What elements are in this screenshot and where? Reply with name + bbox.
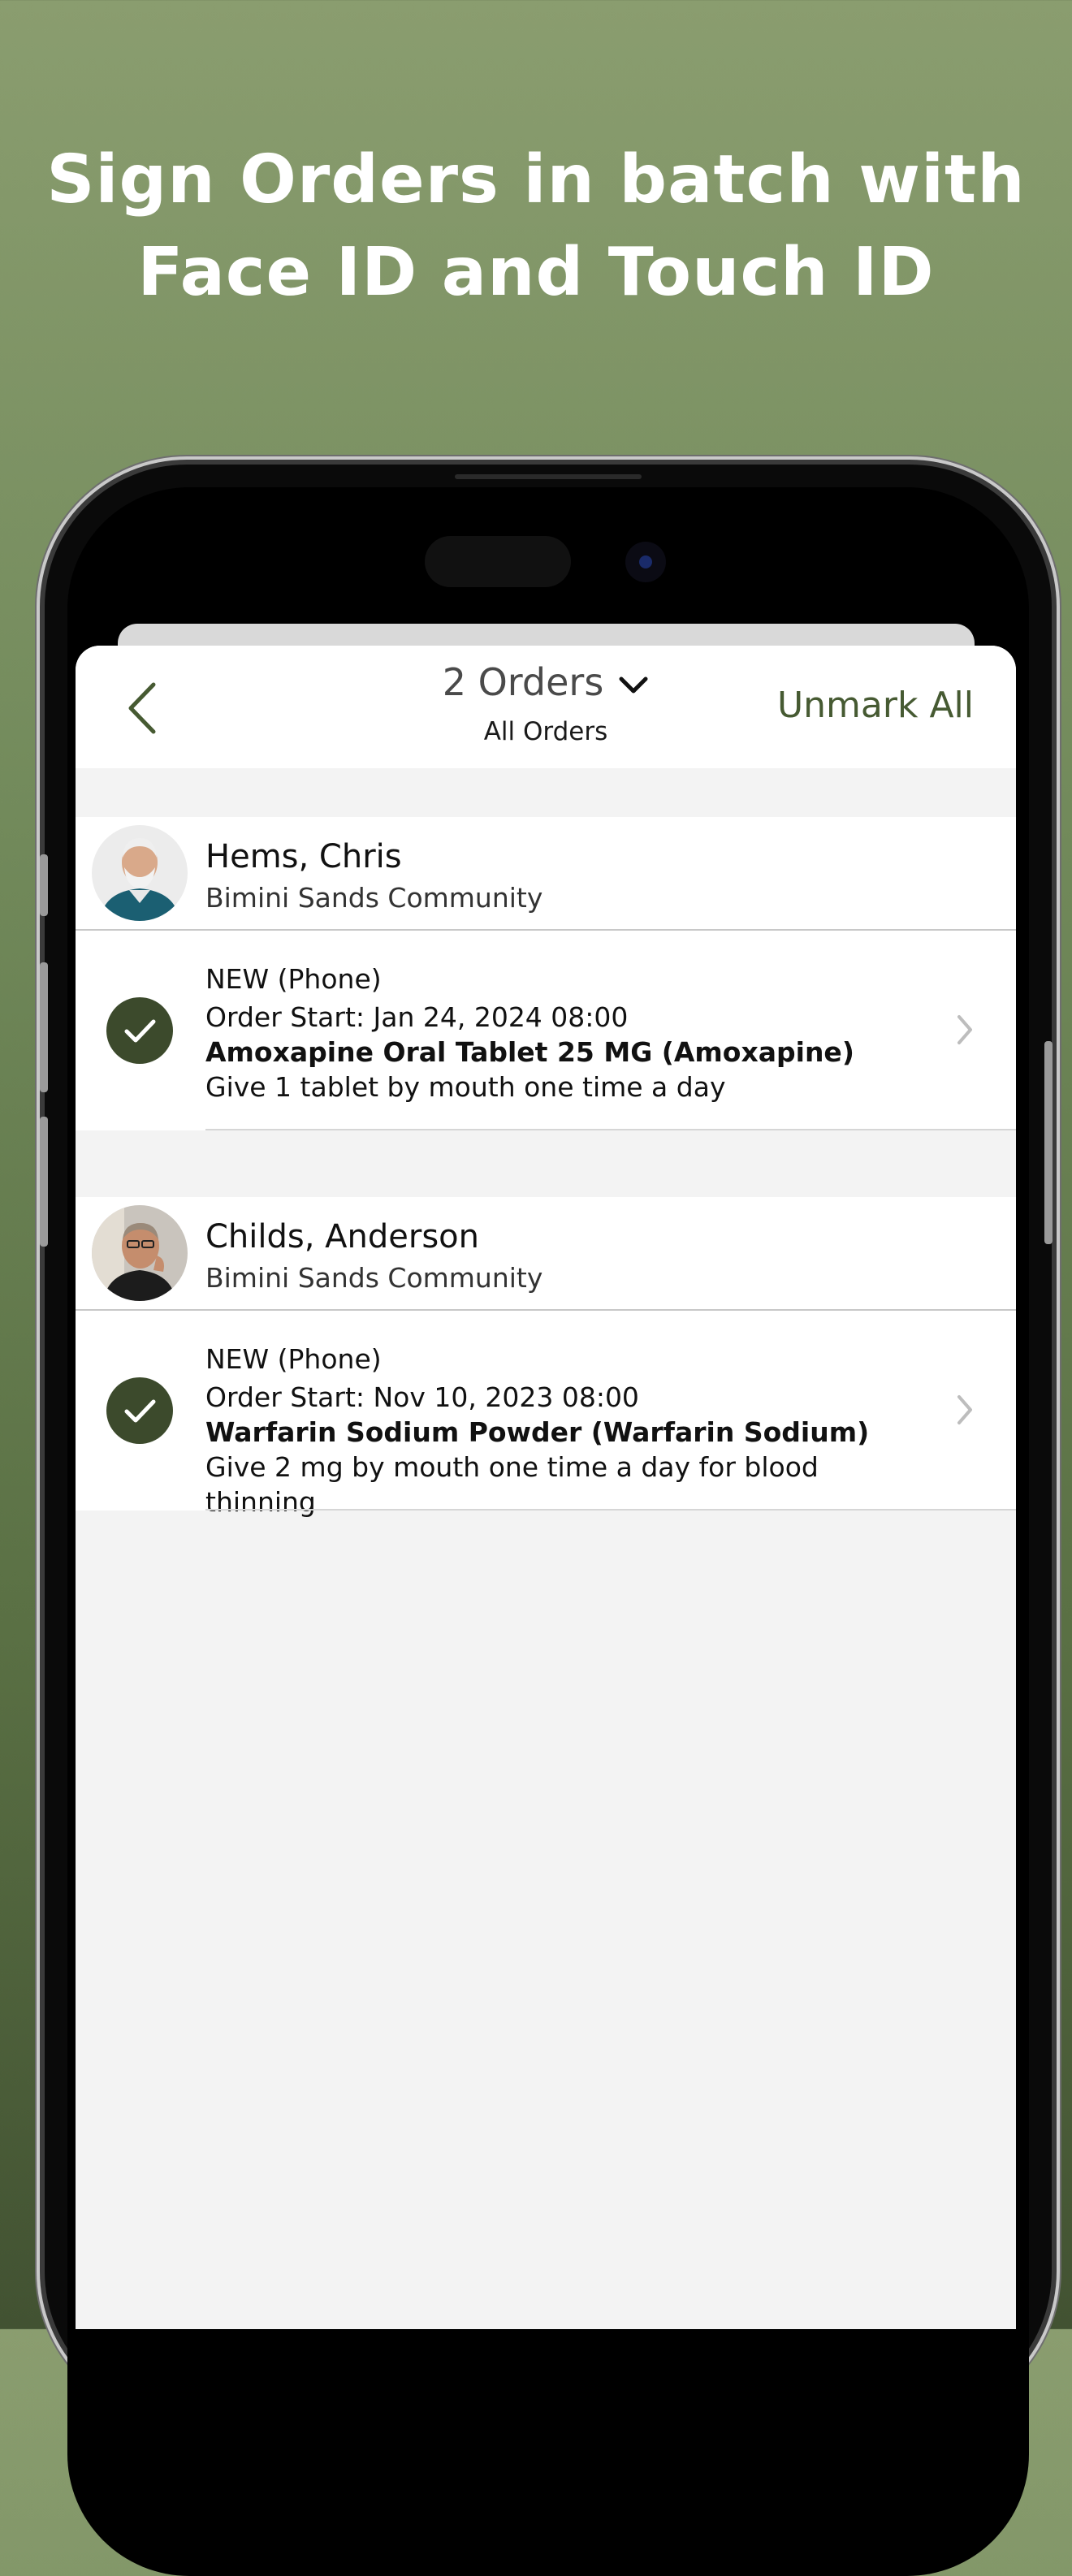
phone-side-button [1044, 1041, 1053, 1244]
patient-name: Childs, Anderson [205, 1218, 479, 1256]
headline-line-2: Face ID and Touch ID [137, 234, 935, 311]
chevron-down-icon [619, 676, 648, 693]
patient-row[interactable]: Childs, Anderson Bimini Sands Community [76, 1197, 1016, 1311]
headline: Sign Orders in batch with Face ID and To… [0, 134, 1072, 319]
row-divider [205, 1129, 1016, 1130]
order-start: Order Start: Jan 24, 2024 08:00 [205, 1001, 629, 1033]
order-status: NEW (Phone) [205, 963, 382, 995]
chevron-right-icon [957, 1015, 972, 1044]
nav-bar: 2 Orders All Orders Unmark All [76, 646, 1016, 768]
headline-line-1: Sign Orders in batch with [46, 141, 1026, 218]
order-status: NEW (Phone) [205, 1343, 382, 1375]
patient-row[interactable]: Hems, Chris Bimini Sands Community [76, 817, 1016, 931]
phone-volume-down-button [40, 1117, 48, 1247]
order-row[interactable]: NEW (Phone) Order Start: Nov 10, 2023 08… [76, 1311, 1016, 1518]
phone-volume-up-button [40, 962, 48, 1092]
order-description: Warfarin Sodium Powder (Warfarin Sodium)… [205, 1415, 904, 1519]
drug-name: Warfarin Sodium Powder (Warfarin Sodium) [205, 1416, 870, 1448]
checkmark-icon [124, 1019, 156, 1043]
drug-instructions: Give 2 mg by mouth one time a day for bl… [205, 1451, 819, 1518]
app-screen: 2 Orders All Orders Unmark All Hems, Chr… [76, 646, 1016, 2329]
nav-title-text: 2 Orders [442, 660, 604, 704]
selected-checkbox[interactable] [106, 997, 173, 1064]
camera [625, 542, 666, 582]
selected-checkbox[interactable] [106, 1377, 173, 1444]
order-description: Amoxapine Oral Tablet 25 MG (Amoxapine) … [205, 1035, 904, 1104]
patient-community: Bimini Sands Community [205, 882, 543, 914]
phone-speaker [455, 474, 642, 479]
drug-name: Amoxapine Oral Tablet 25 MG (Amoxapine) [205, 1036, 854, 1068]
patient-group: Hems, Chris Bimini Sands Community NEW (… [76, 817, 1016, 1130]
avatar [92, 825, 188, 921]
dynamic-island [425, 536, 571, 587]
checkmark-icon [124, 1399, 156, 1423]
drug-instructions: Give 1 tablet by mouth one time a day [205, 1071, 726, 1103]
row-divider [205, 1509, 1016, 1511]
phone-action-button [40, 854, 48, 916]
patient-name: Hems, Chris [205, 838, 402, 875]
patient-group: Childs, Anderson Bimini Sands Community … [76, 1197, 1016, 1518]
chevron-right-icon [957, 1395, 972, 1424]
patient-community: Bimini Sands Community [205, 1262, 543, 1294]
order-row[interactable]: NEW (Phone) Order Start: Jan 24, 2024 08… [76, 931, 1016, 1130]
avatar [92, 1205, 188, 1301]
order-start: Order Start: Nov 10, 2023 08:00 [205, 1381, 639, 1413]
unmark-all-button[interactable]: Unmark All [777, 685, 974, 726]
